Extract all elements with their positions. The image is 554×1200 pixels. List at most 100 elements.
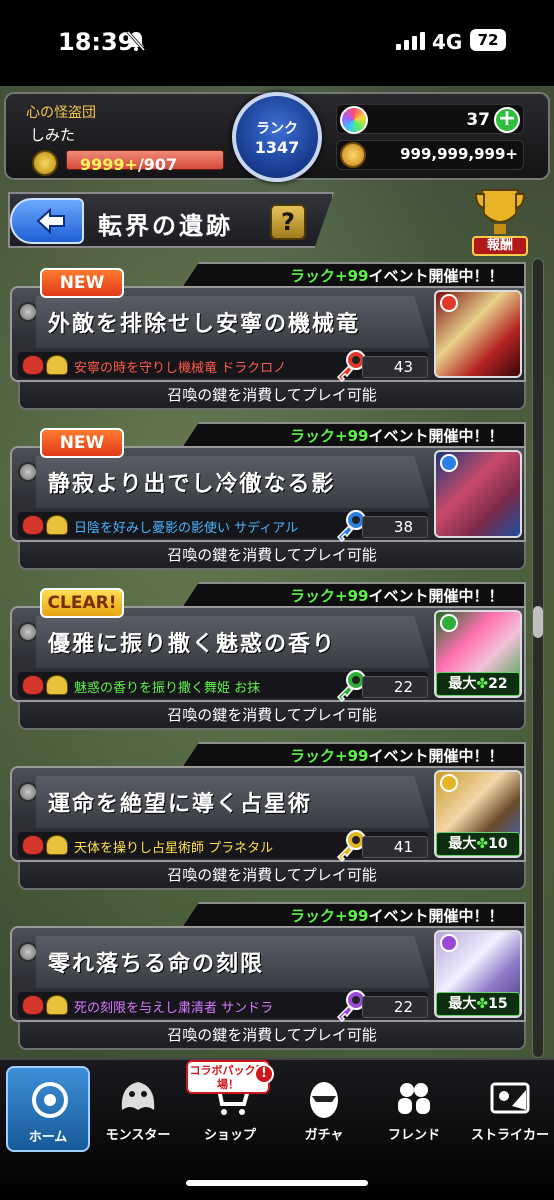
event-banner-text: ラック+99イベント開催中！！ <box>290 905 503 926</box>
team-name: 心の怪盗団 <box>26 105 96 121</box>
key-count: 38 <box>362 516 428 538</box>
nav-item-monster[interactable]: モンスター <box>96 1066 180 1152</box>
player-name: しみた <box>30 126 76 144</box>
quest-status-dot <box>18 942 38 962</box>
max-luck-badge: 最大✤22 <box>436 672 520 696</box>
luck-bonus: ラック+99 <box>290 267 369 285</box>
key-count: 41 <box>362 836 428 858</box>
home-indicator <box>186 1180 368 1186</box>
key-count: 43 <box>362 356 428 378</box>
nav-item-home[interactable]: ホーム <box>6 1066 90 1152</box>
devil-icon <box>22 835 44 855</box>
bell-icon <box>46 995 68 1015</box>
rank-badge[interactable]: ランク 1347 <box>232 92 322 182</box>
status-bar: 18:39 4G 72 <box>0 0 554 86</box>
event-banner-text: ラック+99イベント開催中！！ <box>290 585 503 606</box>
network-type: 4G <box>432 30 463 54</box>
battery-indicator: 72 <box>470 29 506 51</box>
stamina-max: /907 <box>137 155 178 174</box>
quest-footer: 召喚の鍵を消費してプレイ可能 <box>18 542 526 570</box>
reward-button[interactable]: 報酬 <box>472 236 528 256</box>
devil-icon <box>22 675 44 695</box>
quest-footer: 召喚の鍵を消費してプレイ可能 <box>18 1022 526 1050</box>
quest-card[interactable]: ラック+99イベント開催中！！ 零れ落ちる命の刻限 死の刻限を与えし粛清者 サンドラ… <box>10 902 526 1050</box>
event-banner-text: ラック+99イベント開催中！！ <box>290 265 503 286</box>
quest-tag: NEW <box>40 428 124 458</box>
nav-label: ガチャ <box>304 1128 344 1143</box>
element-wood-icon <box>440 614 458 632</box>
bell-icon <box>46 675 68 695</box>
event-status: イベント開催中！！ <box>368 427 504 445</box>
orb-icon <box>340 106 368 134</box>
back-button[interactable] <box>10 198 84 244</box>
nav-item-gacha-egg[interactable]: ガチャ <box>282 1066 366 1152</box>
quest-status-dot <box>18 302 38 322</box>
stamina-icon <box>32 150 58 176</box>
gold-coin-icon <box>340 142 366 168</box>
max-luck-value: 22 <box>488 676 508 692</box>
event-status: イベント開催中！！ <box>368 587 504 605</box>
nav-item-striker[interactable]: ストライカー <box>468 1066 552 1152</box>
event-status: イベント開催中！！ <box>368 267 504 285</box>
rank-value: 1347 <box>254 138 300 157</box>
quest-card[interactable]: ラック+99イベント開催中！！ 優雅に振り撒く魅惑の香り魅惑の香りを振り撒く舞姫 … <box>10 582 526 730</box>
bell-muted-icon <box>126 31 146 51</box>
max-label: 最大 <box>448 836 477 852</box>
quest-name: 静寂より出でし冷徹なる影 <box>48 472 336 497</box>
status-time: 18:39 <box>58 28 135 56</box>
max-luck-badge: 最大✤15 <box>436 992 520 1016</box>
nav-label: フレンド <box>387 1128 440 1143</box>
nav-label: ストライカー <box>470 1128 549 1143</box>
gacha-egg-icon <box>310 1082 338 1118</box>
key-count: 22 <box>362 996 428 1018</box>
scrollbar-thumb[interactable] <box>533 606 543 638</box>
devil-icon <box>22 355 44 375</box>
nav-label: ショップ <box>203 1128 256 1143</box>
quest-name: 運命を絶望に導く占星術 <box>48 792 313 817</box>
quest-name: 外敵を排除せし安寧の機械竜 <box>48 312 361 337</box>
luck-bonus: ラック+99 <box>290 907 369 925</box>
back-arrow-icon <box>36 208 65 234</box>
striker-icon <box>490 1082 530 1114</box>
element-water-icon <box>440 454 458 472</box>
devil-icon <box>22 515 44 535</box>
max-luck-value: 15 <box>488 996 508 1012</box>
max-luck-value: 10 <box>488 836 508 852</box>
buy-orbs-button[interactable]: + <box>494 107 520 133</box>
quest-footer: 召喚の鍵を消費してプレイ可能 <box>18 382 526 410</box>
nav-item-friends[interactable]: フレンド <box>372 1066 456 1152</box>
event-banner-text: ラック+99イベント開催中！！ <box>290 425 503 446</box>
quest-status-dot <box>18 622 38 642</box>
quest-footer: 召喚の鍵を消費してプレイ可能 <box>18 862 526 890</box>
friends-icon <box>398 1083 430 1114</box>
element-light-icon <box>440 774 458 792</box>
quest-tag: NEW <box>40 268 124 298</box>
scrollbar-track[interactable] <box>532 258 544 1058</box>
monster-icon <box>121 1082 155 1110</box>
stamina-current: 9999+ <box>80 155 138 174</box>
help-button[interactable]: ? <box>270 204 306 240</box>
luck-bonus: ラック+99 <box>290 587 369 605</box>
event-banner-text: ラック+99イベント開催中！！ <box>290 745 503 766</box>
boss-monster-name: 安寧の時を守りし機械竜 ドラクロノ <box>74 361 287 376</box>
key-count: 22 <box>362 676 428 698</box>
event-status: イベント開催中！！ <box>368 747 504 765</box>
max-luck-badge: 最大✤10 <box>436 832 520 856</box>
signal-icon <box>396 32 425 50</box>
quest-status-dot <box>18 782 38 802</box>
bell-icon <box>46 355 68 375</box>
quest-status-dot <box>18 462 38 482</box>
quest-card[interactable]: ラック+99イベント開催中！！ 静寂より出でし冷徹なる影日陰を好みし憂影の影使い … <box>10 422 526 570</box>
quest-footer: 召喚の鍵を消費してプレイ可能 <box>18 702 526 730</box>
max-label: 最大 <box>448 676 477 692</box>
boss-monster-name: 日陰を好みし憂影の影使い サディアル <box>74 521 299 536</box>
quest-card[interactable]: ラック+99イベント開催中！！ 運命を絶望に導く占星術天体を操りし占星術師 プラネ… <box>10 742 526 890</box>
boss-monster-name: 魅惑の香りを振り撒く舞姫 お抹 <box>74 681 261 696</box>
quest-name: 優雅に振り撒く魅惑の香り <box>48 632 337 657</box>
boss-monster-name: 天体を操りし占星術師 プラネタル <box>74 841 274 856</box>
quest-card[interactable]: ラック+99イベント開催中！！ 外敵を排除せし安寧の機械竜安寧の時を守りし機械竜 … <box>10 262 526 410</box>
luck-bonus: ラック+99 <box>290 747 369 765</box>
max-label: 最大 <box>448 996 477 1012</box>
nav-label: モンスター <box>105 1128 171 1143</box>
gold-value: 999,999,999+ <box>400 145 518 163</box>
